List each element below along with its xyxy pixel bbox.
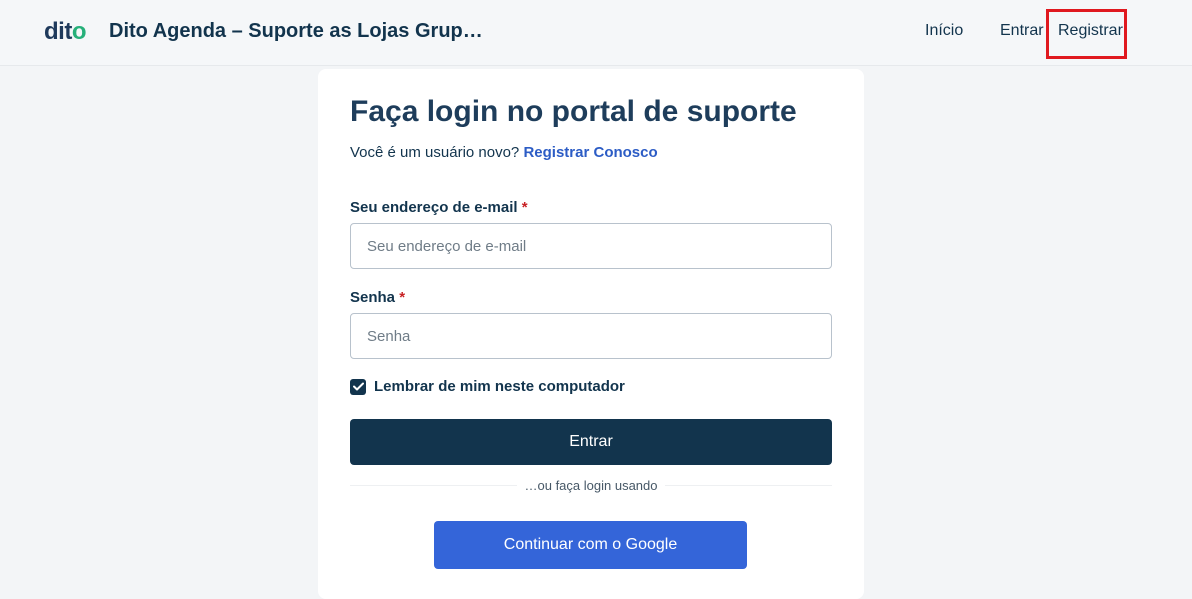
google-login-button[interactable]: Continuar com o Google [434,521,747,569]
dito-logo[interactable]: dito [44,18,87,46]
register-link[interactable]: Registrar Conosco [523,144,657,161]
remember-me-label[interactable]: Lembrar de mim neste computador [374,378,625,395]
login-card: Faça login no portal de suporte Você é u… [318,69,864,599]
email-label-text: Seu endereço de e-mail [350,199,518,216]
top-navigation-bar: dito Dito Agenda – Suporte as Lojas Grup… [0,0,1192,66]
site-title[interactable]: Dito Agenda – Suporte as Lojas Grup… [109,20,483,43]
page-title: Faça login no portal de suporte [350,95,797,128]
logo-text: dit [44,18,72,45]
new-user-text: Você é um usuário novo? [350,144,520,161]
nav-login-link[interactable]: Entrar [1000,22,1044,40]
checkmark-icon [352,382,364,391]
required-asterisk: * [521,199,528,216]
or-text: …ou faça login usando [516,478,666,493]
remember-me-row[interactable]: Lembrar de mim neste computador [350,378,625,395]
password-label: Senha * [350,289,405,306]
login-submit-button[interactable]: Entrar [350,419,832,465]
logo-dot: o [71,18,87,45]
required-asterisk: * [399,289,406,306]
password-label-text: Senha [350,289,396,306]
remember-me-checkbox[interactable] [350,378,366,395]
nav-home-link[interactable]: Início [925,22,963,40]
highlight-box [1046,9,1127,59]
email-label: Seu endereço de e-mail * [350,199,528,216]
new-user-prompt: Você é um usuário novo? Registrar Conosc… [350,144,658,161]
password-input[interactable] [350,313,832,359]
email-input[interactable] [350,223,832,269]
or-separator: …ou faça login usando [318,478,864,493]
